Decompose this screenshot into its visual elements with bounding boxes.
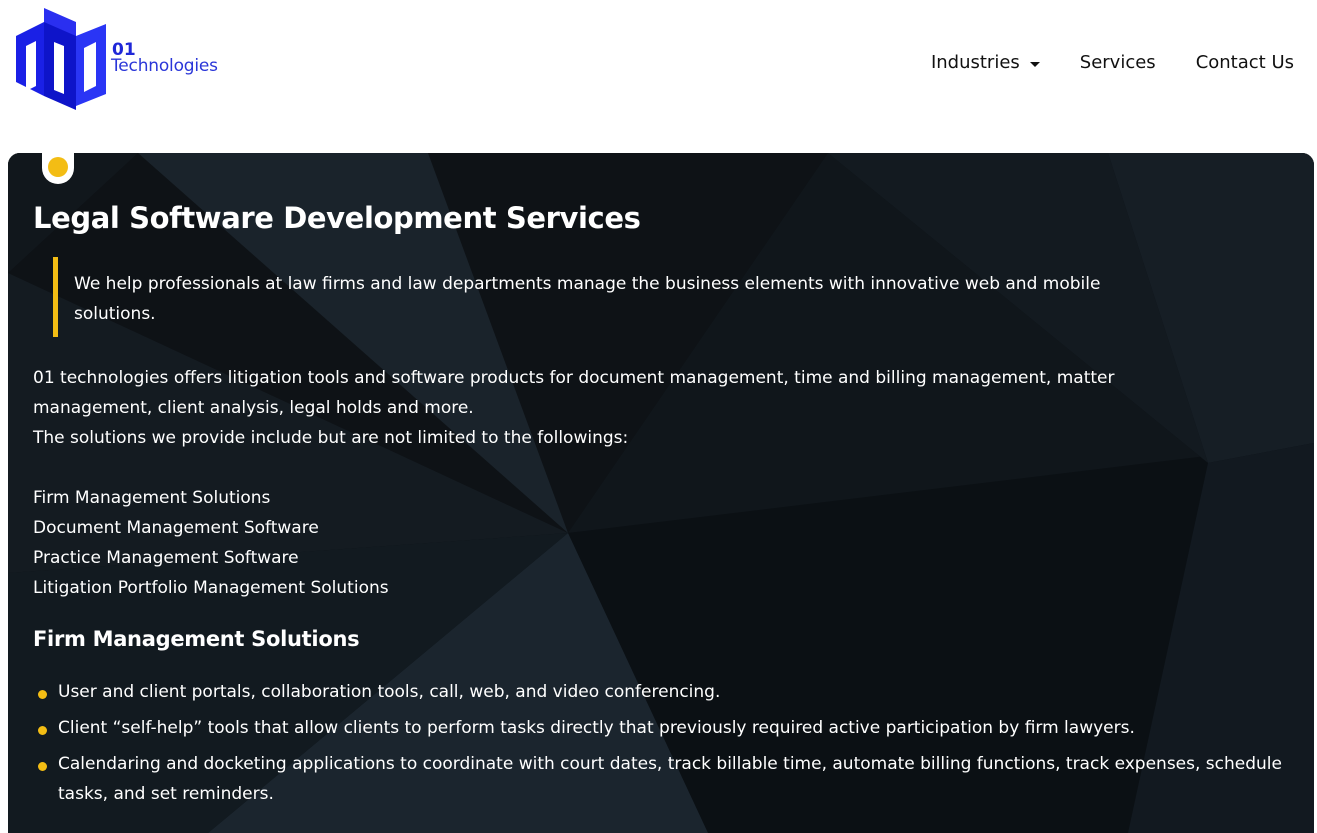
tab-notch xyxy=(42,153,74,184)
bullet-icon xyxy=(38,690,47,699)
solution-item: Firm Management Solutions xyxy=(33,488,271,508)
nav-contact-us-label: Contact Us xyxy=(1195,52,1294,73)
list-item-text: User and client portals, collaboration t… xyxy=(58,682,721,702)
intro-paragraph: 01 technologies offers litigation tools … xyxy=(33,368,1115,418)
intro-paragraph: The solutions we provide include but are… xyxy=(33,428,629,448)
logo-mark-icon xyxy=(16,8,106,110)
bullet-icon xyxy=(38,762,47,771)
solution-item: Document Management Software xyxy=(33,518,319,538)
nav-contact-us[interactable]: Contact Us xyxy=(1196,50,1294,76)
logo[interactable]: 01 Technologies xyxy=(14,6,234,110)
accent-dot-icon xyxy=(48,157,68,177)
intro-text: 01 technologies offers litigation tools … xyxy=(33,363,1213,453)
bullet-icon xyxy=(38,726,47,735)
section-heading: Firm Management Solutions xyxy=(33,627,360,651)
page-title: Legal Software Development Services xyxy=(33,201,641,235)
site-header: 01 Technologies Industries Services Cont… xyxy=(0,0,1317,130)
nav-services[interactable]: Services xyxy=(1080,50,1156,76)
main-nav: Industries Services Contact Us xyxy=(931,50,1294,76)
list-item-text: Calendaring and docketing applications t… xyxy=(58,754,1282,804)
list-item: User and client portals, collaboration t… xyxy=(33,677,1283,707)
solutions-list: Firm Management Solutions Document Manag… xyxy=(33,483,389,603)
list-item-text: Client “self-help” tools that allow clie… xyxy=(58,718,1135,738)
nav-industries[interactable]: Industries xyxy=(931,50,1040,76)
list-item: Calendaring and docketing applications t… xyxy=(33,749,1283,809)
nav-industries-label: Industries xyxy=(930,52,1020,73)
list-item: Client “self-help” tools that allow clie… xyxy=(33,713,1283,743)
intro-quote: We help professionals at law firms and l… xyxy=(53,257,1173,337)
content-panel: Legal Software Development Services We h… xyxy=(8,153,1314,833)
feature-list: User and client portals, collaboration t… xyxy=(33,677,1283,815)
nav-services-label: Services xyxy=(1079,52,1156,73)
logo-wordmark: Technologies xyxy=(111,56,218,76)
chevron-down-icon xyxy=(1029,62,1040,67)
solution-item: Litigation Portfolio Management Solution… xyxy=(33,578,389,598)
solution-item: Practice Management Software xyxy=(33,548,299,568)
